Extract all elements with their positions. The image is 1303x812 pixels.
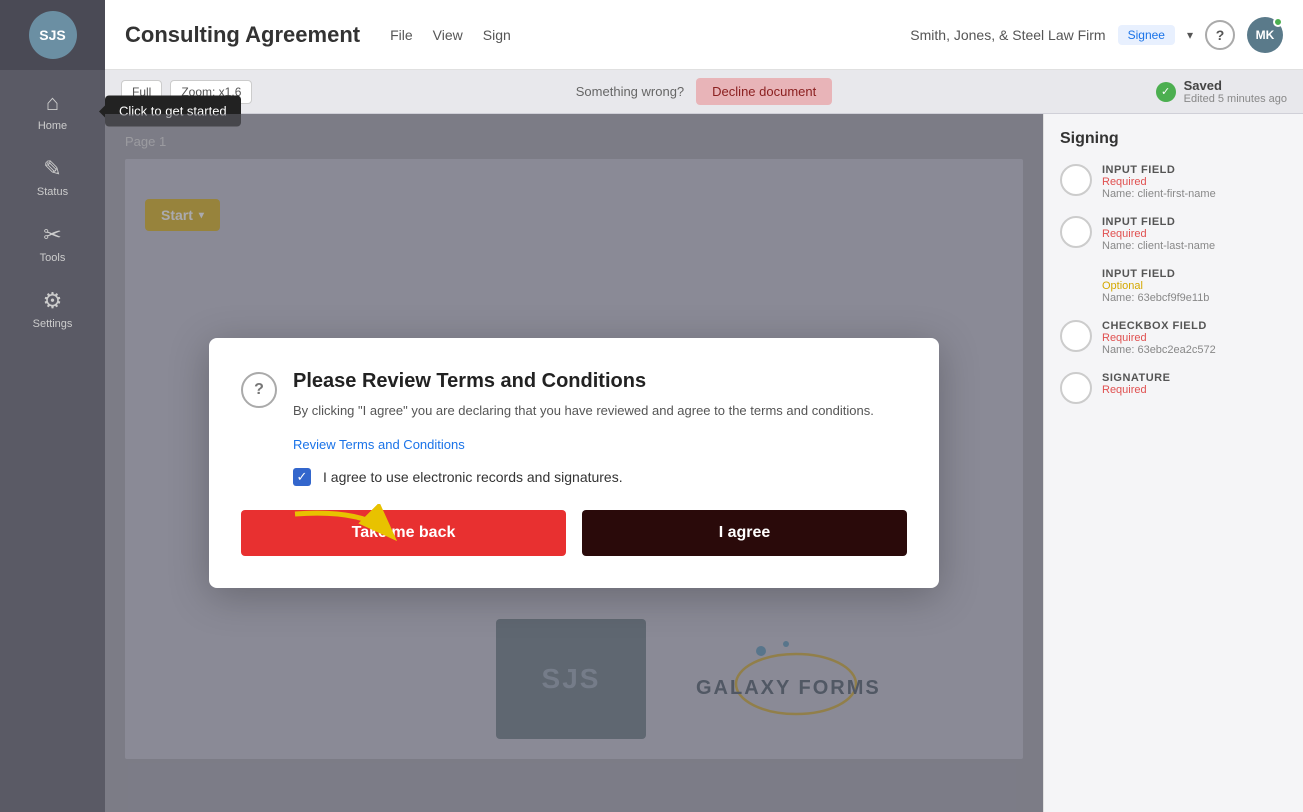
field-status: Required [1102, 384, 1170, 396]
field-status: Required [1102, 176, 1216, 188]
top-header: Consulting Agreement File View Sign Smit… [105, 0, 1303, 70]
nav-sign[interactable]: Sign [483, 27, 511, 43]
settings-icon: ⚙ [43, 288, 63, 314]
field-info: SIGNATURE Required [1102, 372, 1170, 396]
sidebar-item-home[interactable]: ⌂ Home Click to get started [0, 78, 105, 144]
help-button[interactable]: ? [1205, 20, 1235, 50]
zoom-button[interactable]: Zoom: x1.6 [170, 80, 252, 104]
law-firm-name: Smith, Jones, & Steel Law Firm [910, 27, 1105, 43]
modal-checkbox-row: ✓ I agree to use electronic records and … [293, 468, 907, 486]
doc-canvas: Page 1 Start ▾ SJS [105, 114, 1043, 812]
field-name: Name: 63ebc2ea2c572 [1102, 344, 1216, 356]
main-content: Consulting Agreement File View Sign Smit… [105, 0, 1303, 812]
field-info: CHECKBOX FIELD Required Name: 63ebc2ea2c… [1102, 320, 1216, 356]
sidebar-item-label: Home [38, 120, 67, 132]
field-item: INPUT FIELD Required Name: client-last-n… [1060, 216, 1287, 252]
field-circle [1060, 216, 1092, 248]
review-terms-link[interactable]: Review Terms and Conditions [293, 437, 907, 452]
sidebar-item-label: Tools [40, 252, 66, 264]
tools-icon: ✂ [43, 222, 61, 248]
field-name: Name: 63ebcf9f9e11b [1102, 292, 1209, 304]
modal-description: By clicking "I agree" you are declaring … [293, 401, 874, 421]
sidebar-logo: SJS [0, 0, 105, 70]
header-right: Smith, Jones, & Steel Law Firm Signee ▾ … [910, 17, 1283, 53]
modal-header-content: Please Review Terms and Conditions By cl… [293, 370, 874, 421]
modal-question-icon: ? [241, 372, 277, 408]
field-info: INPUT FIELD Required Name: client-last-n… [1102, 216, 1215, 252]
field-type: INPUT FIELD [1102, 268, 1209, 280]
role-badge[interactable]: Signee [1118, 25, 1175, 45]
field-info: INPUT FIELD Optional Name: 63ebcf9f9e11b [1102, 268, 1209, 304]
status-icon: ✎ [43, 156, 61, 182]
field-info: INPUT FIELD Required Name: client-first-… [1102, 164, 1216, 200]
field-item: INPUT FIELD Optional Name: 63ebcf9f9e11b [1060, 268, 1287, 304]
field-circle [1060, 372, 1092, 404]
field-status: Optional [1102, 280, 1209, 292]
field-status: Required [1102, 332, 1216, 344]
full-button[interactable]: Full [121, 80, 162, 104]
modal-header: ? Please Review Terms and Conditions By … [241, 370, 907, 421]
field-type: CHECKBOX FIELD [1102, 320, 1216, 332]
field-type: INPUT FIELD [1102, 216, 1215, 228]
home-icon: ⌂ [46, 90, 59, 116]
saved-status: ✓ Saved Edited 5 minutes ago [1156, 78, 1287, 105]
saved-sub: Edited 5 minutes ago [1184, 93, 1287, 105]
field-item: SIGNATURE Required [1060, 372, 1287, 404]
sidebar: SJS ⌂ Home Click to get started ✎ Status… [0, 0, 105, 812]
toolbar-spacer: Something wrong? Decline document [260, 78, 1147, 105]
doc-title: Consulting Agreement [125, 22, 360, 48]
sidebar-item-label: Status [37, 186, 68, 198]
checkbox-label: I agree to use electronic records and si… [323, 469, 623, 485]
sidebar-item-settings[interactable]: ⚙ Settings [0, 276, 105, 342]
app-logo: SJS [29, 11, 77, 59]
field-type: SIGNATURE [1102, 372, 1170, 384]
nav-view[interactable]: View [433, 27, 463, 43]
saved-label: Saved [1184, 78, 1287, 93]
field-circle [1060, 164, 1092, 196]
toolbar: Full Zoom: x1.6 Something wrong? Decline… [105, 70, 1303, 114]
field-circle [1060, 320, 1092, 352]
saved-checkmark-icon: ✓ [1156, 82, 1176, 102]
signing-title: Signing [1060, 130, 1287, 148]
wrong-text: Something wrong? [576, 84, 684, 99]
sidebar-item-status[interactable]: ✎ Status [0, 144, 105, 210]
modal-title: Please Review Terms and Conditions [293, 370, 874, 393]
modal-buttons: Take me back I agree [241, 510, 907, 556]
agree-checkbox[interactable]: ✓ [293, 468, 311, 486]
modal-dialog: ? Please Review Terms and Conditions By … [209, 338, 939, 588]
saved-text: Saved Edited 5 minutes ago [1184, 78, 1287, 105]
signing-panel: Signing INPUT FIELD Required Name: clien… [1043, 114, 1303, 812]
top-nav: File View Sign [390, 27, 511, 43]
field-status: Required [1102, 228, 1215, 240]
sidebar-item-label: Settings [33, 318, 73, 330]
online-indicator [1273, 17, 1283, 27]
avatar[interactable]: MK [1247, 17, 1283, 53]
nav-file[interactable]: File [390, 27, 413, 43]
i-agree-button[interactable]: I agree [582, 510, 907, 556]
modal-overlay: ? Please Review Terms and Conditions By … [105, 114, 1043, 812]
doc-area: Page 1 Start ▾ SJS [105, 114, 1303, 812]
field-name: Name: client-first-name [1102, 188, 1216, 200]
take-me-back-button[interactable]: Take me back [241, 510, 566, 556]
field-item: INPUT FIELD Required Name: client-first-… [1060, 164, 1287, 200]
field-type: INPUT FIELD [1102, 164, 1216, 176]
field-name: Name: client-last-name [1102, 240, 1215, 252]
sidebar-item-tools[interactable]: ✂ Tools [0, 210, 105, 276]
field-item: CHECKBOX FIELD Required Name: 63ebc2ea2c… [1060, 320, 1287, 356]
sidebar-nav: ⌂ Home Click to get started ✎ Status ✂ T… [0, 70, 105, 342]
chevron-down-icon[interactable]: ▾ [1187, 28, 1193, 42]
decline-button[interactable]: Decline document [696, 78, 832, 105]
